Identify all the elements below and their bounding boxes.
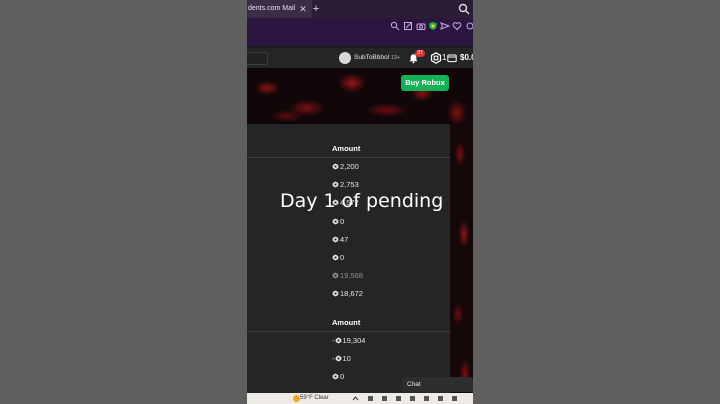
amount-value: 2,200 [340,162,359,171]
username: SubToBbbol [354,54,390,61]
amount-value: 10 [342,354,351,363]
notification-count-badge: 37 [415,50,425,57]
site-search-input[interactable] [247,52,268,65]
task-icon[interactable] [451,395,458,402]
send-icon[interactable] [440,21,450,31]
wallet-icon[interactable] [447,53,457,63]
weather-icon [293,395,300,402]
buy-robux-button[interactable]: Buy Robux [401,75,449,91]
roblox-top-nav: SubToBbbol 13+ 37 1 $0.0 [247,48,473,68]
edit-icon[interactable] [403,21,413,31]
amount-cell: -19,304 [332,336,365,346]
robux-icon [332,163,339,170]
address-bar [247,18,473,46]
chat-button[interactable]: Chat [402,377,473,392]
robux-icon [332,254,339,261]
robux-icon [332,236,339,243]
robux-icon[interactable] [430,52,442,64]
new-tab-button[interactable]: + [309,0,323,18]
amount-cell: 0 [332,217,344,227]
age-tag: 13+ [390,55,401,61]
avatar[interactable] [339,52,351,64]
browser-tab-bar: dents.com Mail ✕ + [247,0,473,18]
camera-icon[interactable] [416,21,426,31]
amount-cell: 19,568 [332,271,363,281]
zoom-icon[interactable] [390,21,400,31]
table-divider [247,331,450,332]
task-icon[interactable] [367,395,374,402]
incoming-amount-header: Amount [332,144,361,153]
amount-cell: 2,200 [332,162,359,172]
robux-icon [332,181,339,188]
robux-icon [332,218,339,225]
page-banner: Buy Robux [247,68,473,124]
shield-icon[interactable] [428,21,438,31]
outgoing-amount-header: Amount [332,318,361,327]
task-icon[interactable] [423,395,430,402]
amount-value: 0 [340,253,345,262]
search-icon[interactable] [457,2,471,16]
video-side-bar-right [473,0,720,404]
amount-cell: 18,672 [332,289,363,299]
amount-value: 47 [340,234,349,244]
amount-value: 18,672 [340,289,363,299]
account-balance: $0.0 [460,53,473,62]
task-icon[interactable] [437,395,444,402]
robux-icon [332,290,339,297]
os-taskbar: 59°F Clear [247,393,473,404]
amount-cell: 0 [332,253,344,263]
task-icon[interactable] [409,395,416,402]
tab-close-icon[interactable]: ✕ [297,0,309,18]
robux-icon [335,355,341,362]
amount-value: 2,753 [340,180,359,190]
chevron-up-icon[interactable] [352,395,359,402]
video-side-bar-left [0,0,247,404]
transactions-panel: Amount 2,200 2,753 4,572 0 47 0 19,568 18,672 A… [247,124,450,394]
amount-cell: -10 [332,354,351,364]
amount-value: 0 [340,372,345,381]
robux-icon [332,373,339,380]
robux-icon [332,272,339,279]
task-icon[interactable] [395,395,402,402]
amount-cell: 0 [332,372,344,382]
amount-value: 0 [340,216,345,226]
amount-value: 19,568 [340,271,363,281]
heart-icon[interactable] [452,21,462,31]
username-label[interactable]: SubToBbbol 13+ [354,52,400,64]
video-caption-overlay: Day 1 of pending [280,190,444,212]
amount-value: 19,304 [342,336,366,345]
background-strip [450,124,473,394]
browser-tab-title: dents.com Mail [248,5,296,12]
task-icon[interactable] [381,395,388,402]
weather-status[interactable]: 59°F Clear [300,393,329,404]
robux-icon [335,337,341,344]
table-divider [247,157,450,158]
robux-count: 1 [442,53,447,62]
amount-cell: 47 [332,235,348,245]
extensions-icon[interactable] [465,21,473,31]
